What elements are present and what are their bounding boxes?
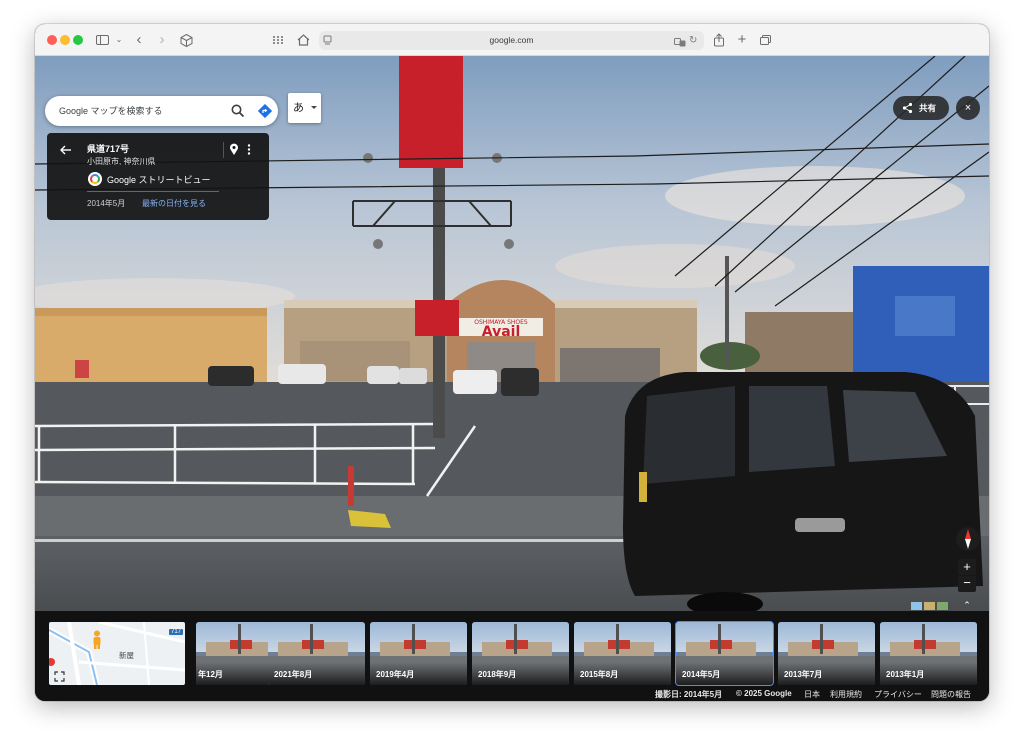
timeline-thumb-6[interactable]: 2013年7月 xyxy=(778,622,875,685)
street-view-panorama[interactable]: OSHIMAYA SHOES Avail Google マップを検索する あ 県… xyxy=(35,56,989,611)
timeline-thumb-label: 2013年7月 xyxy=(784,670,823,679)
compass-icon[interactable] xyxy=(955,526,981,552)
directions-icon[interactable] xyxy=(258,104,272,118)
share-label: 共有 xyxy=(919,103,937,113)
location-title: 県道717号 xyxy=(87,144,130,154)
footer-terms-link[interactable]: 利用規約 xyxy=(830,689,862,700)
new-tab-icon[interactable]: + xyxy=(735,31,749,49)
browser-toolbar: ⌄ ‹ › google.com ↻ + xyxy=(35,24,989,56)
maps-search-box[interactable]: Google マップを検索する xyxy=(45,96,278,126)
timeline-thumb-label: 2014年5月 xyxy=(682,670,721,679)
cube-extension-icon[interactable] xyxy=(179,31,193,49)
reload-icon[interactable]: ↻ xyxy=(689,34,699,47)
tab-overview-icon[interactable] xyxy=(758,31,772,49)
pegman-icon[interactable] xyxy=(91,630,103,650)
minimize-window-button[interactable] xyxy=(60,35,70,45)
back-arrow-icon[interactable]: ‹ xyxy=(133,31,145,49)
forward-arrow-icon[interactable]: › xyxy=(156,31,168,49)
address-bar[interactable]: google.com ↻ xyxy=(319,31,704,50)
chevron-up-icon[interactable]: ⌃ xyxy=(958,597,976,611)
translate-icon[interactable] xyxy=(674,35,686,47)
more-options-icon[interactable] xyxy=(247,143,251,156)
grid-apps-icon[interactable] xyxy=(271,31,285,49)
footer-region-link[interactable]: 日本 xyxy=(804,689,820,700)
share-icon xyxy=(902,102,913,114)
google-logo-icon xyxy=(88,172,102,186)
fullscreen-icon[interactable] xyxy=(54,669,65,682)
search-placeholder: Google マップを検索する xyxy=(59,106,163,116)
timeline-thumb-label: 年12月 xyxy=(198,670,223,679)
footer-report-link[interactable]: 問題の報告 xyxy=(931,689,971,700)
see-latest-date-link[interactable]: 最新の日付を見る xyxy=(142,198,206,209)
timeline-thumb-label: 2015年8月 xyxy=(580,670,619,679)
footer-privacy-link[interactable]: プライバシー xyxy=(874,689,922,700)
minimap-roads xyxy=(49,622,185,685)
timeline-thumb-label: 2021年8月 xyxy=(274,670,313,679)
search-icon[interactable] xyxy=(231,104,245,118)
minimap-place-label: 新屋 xyxy=(119,651,134,660)
footer-copyright: © 2025 Google xyxy=(736,689,792,698)
timeline-thumb-7[interactable]: 2013年1月 xyxy=(880,622,977,685)
minimap[interactable]: 新屋 717 xyxy=(49,622,185,685)
timeline-thumb-label: 2013年1月 xyxy=(886,670,925,679)
zoom-window-button[interactable] xyxy=(73,35,83,45)
timeline-thumb-label: 2018年9月 xyxy=(478,670,517,679)
back-arrow-icon[interactable] xyxy=(60,144,72,156)
location-subtitle: 小田原市, 神奈川県 xyxy=(87,157,156,166)
layers-thumbnail-icon[interactable] xyxy=(910,601,950,611)
minimap-road-number: 717 xyxy=(169,629,184,635)
timeline-thumb-1[interactable]: 2021年8月 xyxy=(268,622,365,685)
timeline-thumb-5-selected[interactable]: 2014年5月 xyxy=(675,621,774,686)
capture-date: 2014年5月 xyxy=(87,199,126,208)
close-street-view-button[interactable]: × xyxy=(956,96,980,120)
store-sign: Avail xyxy=(482,324,521,340)
map-pin-icon[interactable] xyxy=(229,143,239,156)
input-method-selector[interactable]: あ xyxy=(288,93,321,123)
share-page-icon[interactable] xyxy=(712,31,726,49)
share-button[interactable]: 共有 xyxy=(893,96,949,120)
close-window-button[interactable] xyxy=(47,35,57,45)
footer-capture-date: 撮影日: 2014年5月 xyxy=(655,690,723,699)
zoom-in-button[interactable]: + xyxy=(958,559,976,575)
location-info-card: 県道717号 小田原市, 神奈川県 Google ストリートビュー 2014年5… xyxy=(47,133,269,220)
card-separator xyxy=(87,191,219,192)
home-icon[interactable] xyxy=(296,31,310,49)
input-method-label: あ xyxy=(293,102,304,114)
browser-window: ⌄ ‹ › google.com ↻ + OSHIMAYA SHOES Avai… xyxy=(35,24,989,701)
timeline-thumb-4[interactable]: 2015年8月 xyxy=(574,622,671,685)
url-text: google.com xyxy=(489,35,534,45)
sidebar-icon[interactable] xyxy=(95,31,109,49)
card-divider xyxy=(223,142,224,158)
timeline-strip: 新屋 717 年12月 2021年8月 2019年4月 2018年9月 2015… xyxy=(35,611,989,701)
street-view-brand: Google ストリートビュー xyxy=(107,175,211,185)
timeline-thumb-label: 2019年4月 xyxy=(376,670,415,679)
timeline-thumb-3[interactable]: 2018年9月 xyxy=(472,622,569,685)
caret-down-icon xyxy=(311,106,317,109)
chevron-down-icon[interactable]: ⌄ xyxy=(115,31,123,49)
zoom-out-button[interactable]: − xyxy=(958,576,976,592)
timeline-thumb-2[interactable]: 2019年4月 xyxy=(370,622,467,685)
